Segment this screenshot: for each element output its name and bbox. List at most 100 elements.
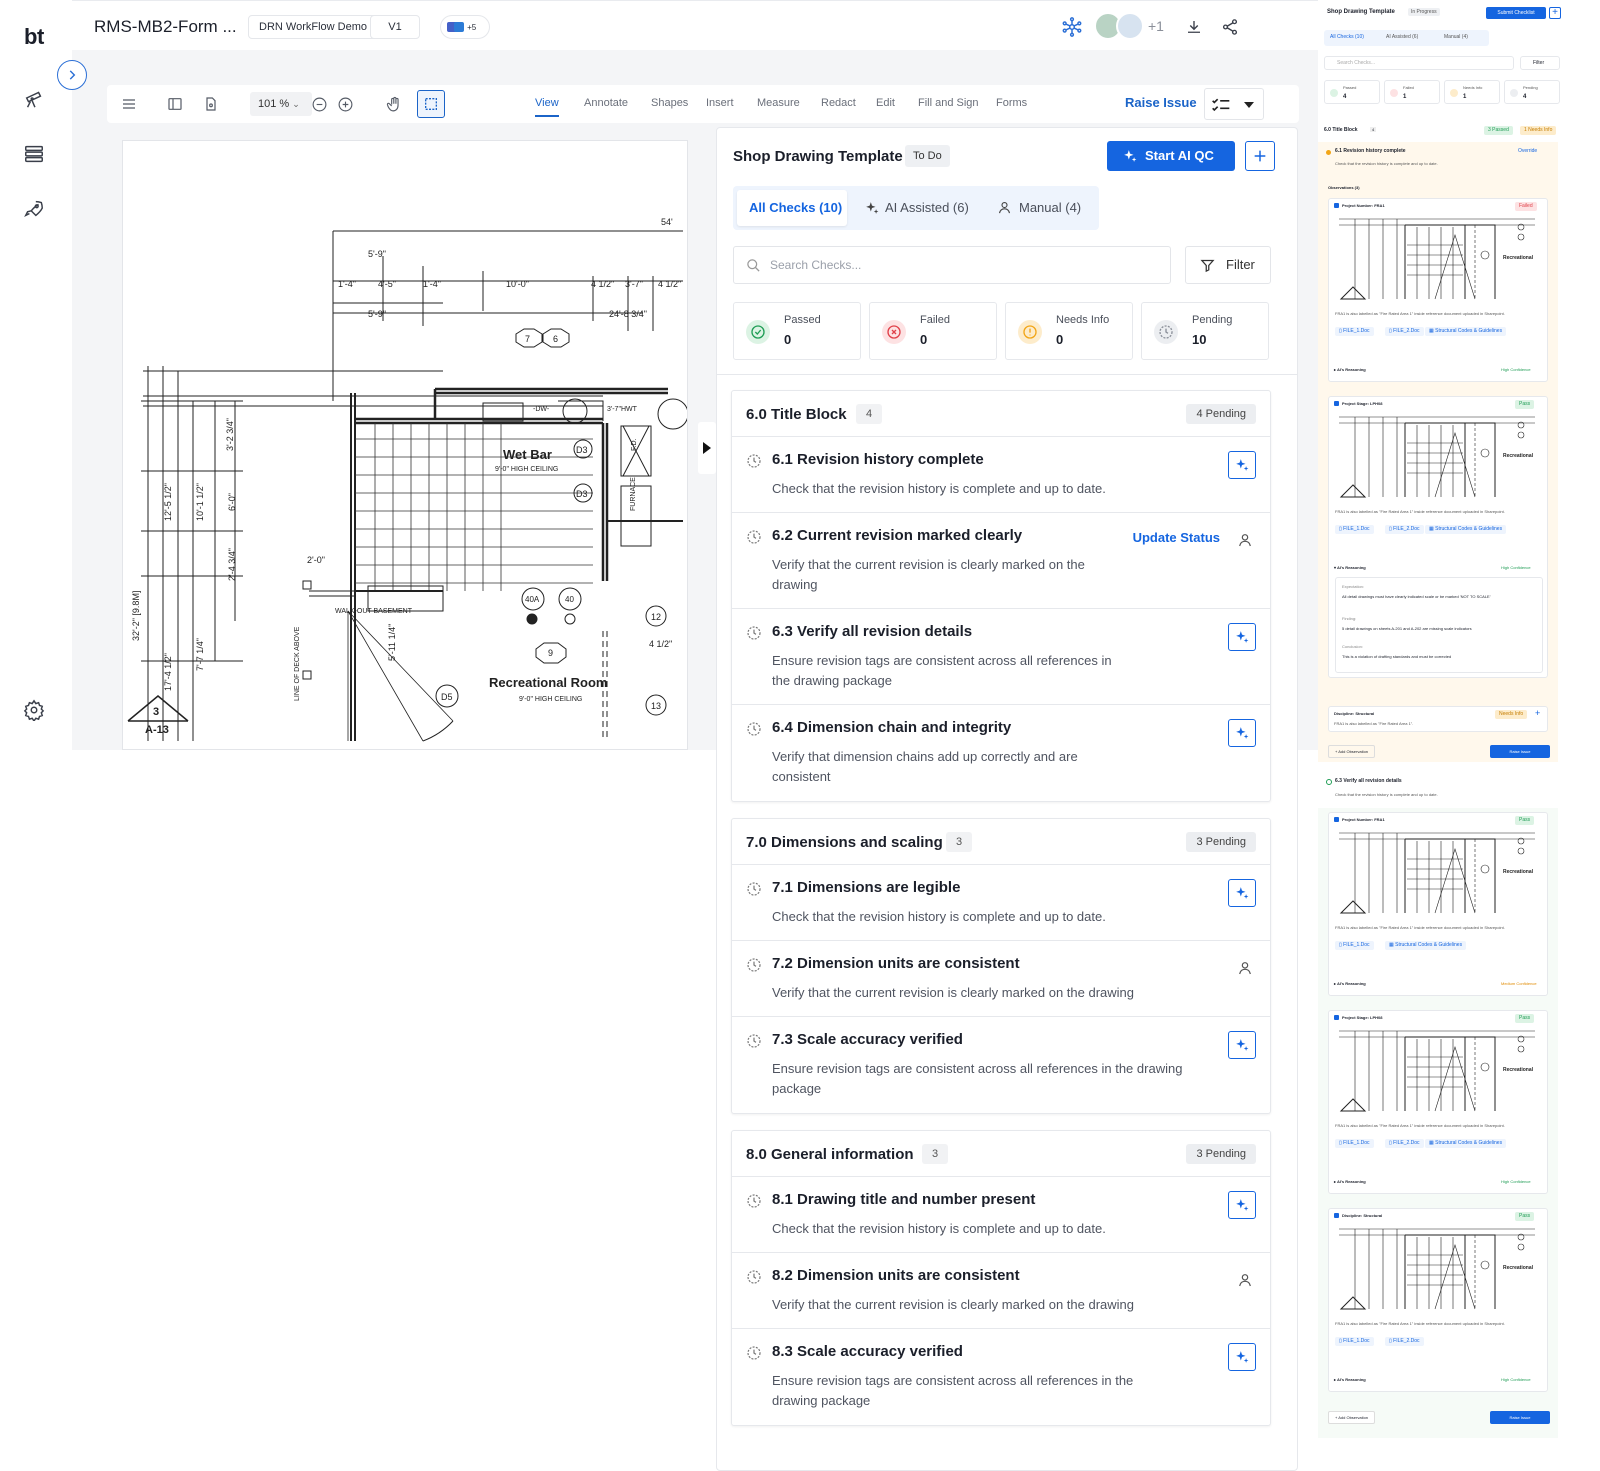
collaborator-chip[interactable]: +5 xyxy=(440,15,490,39)
document-title[interactable]: RMS-MB2-Form ... xyxy=(94,17,237,37)
tab-insert[interactable]: Insert xyxy=(706,97,734,109)
preview-drawing-thumbnail[interactable]: Recreational xyxy=(1335,1225,1541,1311)
preview-file-link[interactable]: ▯ FILE_1.Doc xyxy=(1335,327,1374,336)
search-checks-input[interactable]: Search Checks... xyxy=(733,246,1171,284)
tab-ai-assisted[interactable]: AI Assisted (6) xyxy=(885,200,969,215)
check-item[interactable]: 6.3 Verify all revision details Ensure r… xyxy=(732,609,1270,705)
preview-file-link[interactable]: ▯ FILE_2.Doc xyxy=(1385,1337,1424,1346)
update-status-button[interactable]: Update Status xyxy=(1133,530,1220,545)
preview-raise-issue-button[interactable]: Raise Issue xyxy=(1490,745,1550,758)
expand-sidebar-button[interactable] xyxy=(57,60,87,90)
tab-annotate[interactable]: Annotate xyxy=(584,97,628,109)
tab-edit[interactable]: Edit xyxy=(876,97,895,109)
ai-check-button[interactable] xyxy=(1228,1343,1256,1371)
ai-check-button[interactable] xyxy=(1228,451,1256,479)
preview-file-link[interactable]: ▯ FILE_2.Doc xyxy=(1385,525,1424,534)
section-header[interactable]: 8.0 General information 3 3 Pending xyxy=(732,1131,1270,1177)
status-badge[interactable]: To Do xyxy=(905,145,950,167)
preview-drawing-thumbnail[interactable]: Recreational xyxy=(1335,413,1541,499)
preview-ai-reasoning-toggle[interactable]: ▸ AI's Reasoning xyxy=(1334,981,1366,986)
preview-checkbox[interactable] xyxy=(1334,817,1339,822)
project-chip[interactable]: DRN WorkFlow Demo xyxy=(248,15,378,39)
check-item[interactable]: 8.3 Scale accuracy verified Ensure revis… xyxy=(732,1329,1270,1425)
menu-icon[interactable] xyxy=(119,94,139,114)
tab-fill-and-sign[interactable]: Fill and Sign xyxy=(918,97,979,109)
raise-issue-link[interactable]: Raise Issue xyxy=(1125,95,1197,110)
ai-check-button[interactable] xyxy=(1228,879,1256,907)
network-icon[interactable] xyxy=(1060,15,1084,39)
preview-ai-reasoning-toggle[interactable]: ▾ AI's Reasoning xyxy=(1334,565,1366,570)
preview-tab[interactable]: Manual (4) xyxy=(1444,34,1468,40)
person-icon[interactable] xyxy=(1236,1271,1254,1289)
check-item[interactable]: 8.1 Drawing title and number present Che… xyxy=(732,1177,1270,1253)
zoom-select[interactable]: 101 % ⌄ xyxy=(250,92,312,116)
add-check-button[interactable] xyxy=(1245,141,1275,171)
preview-file-link[interactable]: ▯ FILE_2.Doc xyxy=(1385,1139,1424,1148)
ai-check-button[interactable] xyxy=(1228,1191,1256,1219)
person-icon[interactable] xyxy=(1236,959,1254,977)
check-item[interactable]: 6.2 Current revision marked clearly Veri… xyxy=(732,513,1270,609)
preview-ai-reasoning-toggle[interactable]: ▸ AI's Reasoning xyxy=(1334,1377,1366,1382)
avatar-overflow[interactable]: +1 xyxy=(1148,18,1164,34)
section-header[interactable]: 6.0 Title Block 4 4 Pending xyxy=(732,391,1270,437)
collapse-panel-button[interactable] xyxy=(698,422,716,474)
pan-hand-icon[interactable] xyxy=(384,94,404,114)
preview-tab[interactable]: All Checks (10) xyxy=(1330,34,1364,40)
stat-passed[interactable]: Passed 0 xyxy=(733,302,861,360)
share-icon[interactable] xyxy=(1218,15,1242,39)
ai-check-button[interactable] xyxy=(1228,719,1256,747)
floor-plan-drawing[interactable]: 54' 5'-9" 1'-4" 4'-5" 1'-4" 10'-0" 4 1/2… xyxy=(122,140,688,750)
app-logo[interactable]: bt xyxy=(24,24,44,50)
preview-file-link[interactable]: ▯ FILE_1.Doc xyxy=(1335,941,1374,950)
zoom-out-icon[interactable] xyxy=(309,94,329,114)
preview-ai-reasoning-toggle[interactable]: ▸ AI's Reasoning xyxy=(1334,367,1366,372)
preview-add-observation-button[interactable]: + Add Observation xyxy=(1328,1411,1376,1424)
preview-search-input[interactable]: Search Checks... xyxy=(1324,56,1514,70)
preview-add-observation-button[interactable]: + Add Observation xyxy=(1328,745,1376,758)
check-item[interactable]: 7.2 Dimension units are consistent Verif… xyxy=(732,941,1270,1017)
avatar[interactable] xyxy=(1116,12,1144,40)
download-icon[interactable] xyxy=(1182,15,1206,39)
tab-view[interactable]: View xyxy=(535,97,559,117)
tab-forms[interactable]: Forms xyxy=(996,97,1027,109)
check-item[interactable]: 6.4 Dimension chain and integrity Verify… xyxy=(732,705,1270,801)
ai-check-button[interactable] xyxy=(1228,1031,1256,1059)
tab-measure[interactable]: Measure xyxy=(757,97,800,109)
check-item[interactable]: 7.3 Scale accuracy verified Ensure revis… xyxy=(732,1017,1270,1113)
preview-ai-reasoning-toggle[interactable]: ▸ AI's Reasoning xyxy=(1334,1179,1366,1184)
preview-checkbox[interactable] xyxy=(1334,1213,1339,1218)
section-header[interactable]: 7.0 Dimensions and scaling 3 3 Pending xyxy=(732,819,1270,865)
start-ai-qc-button[interactable]: Start AI QC xyxy=(1107,141,1235,171)
preview-file-link[interactable]: ▯ FILE_1.Doc xyxy=(1335,525,1374,534)
select-area-icon[interactable] xyxy=(417,90,445,118)
stat-failed[interactable]: Failed 0 xyxy=(869,302,997,360)
preview-add-icon[interactable]: + xyxy=(1535,708,1540,718)
person-icon[interactable] xyxy=(1236,531,1254,549)
preview-drawing-thumbnail[interactable]: Recreational xyxy=(1335,215,1541,301)
tab-shapes[interactable]: Shapes xyxy=(651,97,688,109)
check-item[interactable]: 7.1 Dimensions are legible Check that th… xyxy=(732,865,1270,941)
tab-all-checks[interactable]: All Checks (10) xyxy=(749,200,842,215)
checklist-icon[interactable] xyxy=(22,142,46,166)
tab-redact[interactable]: Redact xyxy=(821,97,856,109)
preview-codes-link[interactable]: ▦ Structural Codes & Guidelines xyxy=(1385,941,1467,950)
version-chip[interactable]: V1 xyxy=(370,15,420,39)
stat-pending[interactable]: Pending 10 xyxy=(1141,302,1269,360)
preview-raise-issue-button[interactable]: Raise Issue xyxy=(1490,1411,1550,1424)
preview-codes-link[interactable]: ▦ Structural Codes & Guidelines xyxy=(1425,327,1507,336)
preview-checkbox[interactable] xyxy=(1334,1015,1339,1020)
document-icon[interactable] xyxy=(201,94,221,114)
preview-override-link[interactable]: Override xyxy=(1518,148,1537,154)
panel-toggle-icon[interactable] xyxy=(165,94,185,114)
check-item[interactable]: 8.2 Dimension units are consistent Verif… xyxy=(732,1253,1270,1329)
ai-check-button[interactable] xyxy=(1228,623,1256,651)
tab-manual[interactable]: Manual (4) xyxy=(1019,200,1081,215)
preview-file-link[interactable]: ▯ FILE_2.Doc xyxy=(1385,327,1424,336)
telescope-icon[interactable] xyxy=(22,86,46,110)
settings-icon[interactable] xyxy=(22,698,46,722)
preview-checkbox[interactable] xyxy=(1334,401,1339,406)
preview-drawing-thumbnail[interactable]: Recreational xyxy=(1335,1027,1541,1113)
preview-checkbox[interactable] xyxy=(1334,203,1339,208)
preview-drawing-thumbnail[interactable]: Recreational xyxy=(1335,829,1541,915)
preview-plus-icon[interactable]: + xyxy=(1549,7,1561,19)
